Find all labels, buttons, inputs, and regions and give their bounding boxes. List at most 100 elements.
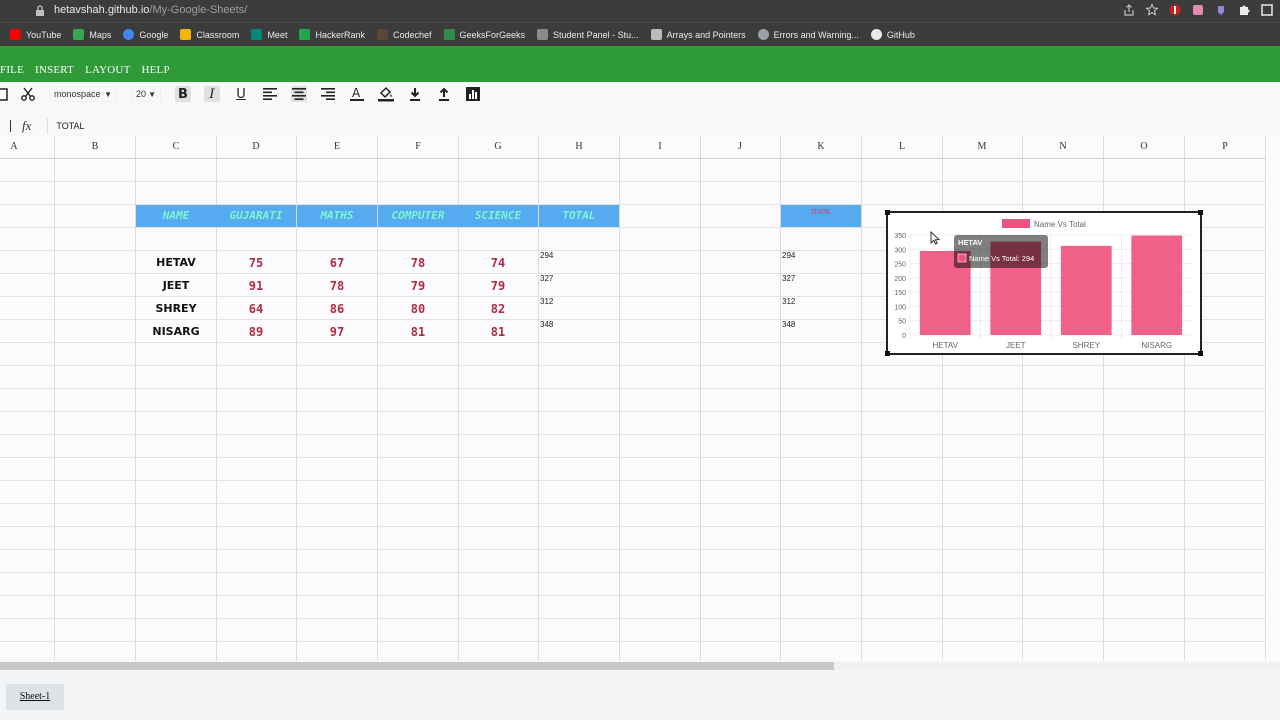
cell[interactable] (216, 159, 297, 182)
cell[interactable] (700, 159, 781, 182)
k-total-cell[interactable]: 294 (781, 251, 862, 274)
cell[interactable] (1104, 182, 1185, 205)
cell[interactable] (378, 596, 459, 619)
cell[interactable] (781, 573, 862, 596)
total-cell[interactable]: 327 (539, 274, 620, 297)
extension-red-icon[interactable] (1168, 3, 1182, 17)
cell[interactable] (0, 596, 55, 619)
cell[interactable] (620, 619, 701, 642)
cell[interactable] (216, 573, 297, 596)
cell[interactable] (216, 550, 297, 573)
name-cell[interactable]: HETAV (136, 251, 217, 274)
cell[interactable] (942, 573, 1023, 596)
cell[interactable] (55, 251, 136, 274)
cell[interactable] (781, 527, 862, 550)
cell[interactable] (297, 389, 378, 412)
cell[interactable] (620, 435, 701, 458)
score-cell[interactable]: 79 (378, 274, 459, 297)
total-cell[interactable]: 312 (539, 297, 620, 320)
cell[interactable] (1185, 550, 1266, 573)
cell[interactable] (942, 159, 1023, 182)
cell[interactable] (0, 458, 55, 481)
cell[interactable] (1023, 182, 1104, 205)
cell[interactable] (1104, 550, 1185, 573)
cell[interactable] (700, 596, 781, 619)
menu-layout[interactable]: LAYOUT (85, 64, 130, 76)
cell[interactable] (539, 504, 620, 527)
cell[interactable] (216, 481, 297, 504)
cell[interactable] (700, 504, 781, 527)
share-icon[interactable] (1122, 3, 1136, 17)
cell[interactable] (458, 458, 539, 481)
cell[interactable] (700, 228, 781, 251)
cell[interactable] (55, 159, 136, 182)
cell[interactable] (1185, 389, 1266, 412)
cell[interactable] (620, 182, 701, 205)
cell[interactable] (378, 228, 459, 251)
bold-icon[interactable]: B (175, 86, 191, 102)
cell[interactable] (539, 596, 620, 619)
cell[interactable] (297, 435, 378, 458)
cell[interactable] (1023, 527, 1104, 550)
download-icon[interactable] (407, 86, 423, 102)
cell[interactable] (0, 550, 55, 573)
cell[interactable] (781, 504, 862, 527)
cell[interactable] (620, 642, 701, 660)
italic-icon[interactable]: I (204, 86, 220, 102)
cell[interactable] (700, 320, 781, 343)
cell[interactable] (700, 251, 781, 274)
cell[interactable] (297, 228, 378, 251)
cell[interactable] (942, 527, 1023, 550)
cell[interactable] (136, 412, 217, 435)
cell[interactable] (942, 435, 1023, 458)
cell[interactable] (620, 596, 701, 619)
cell[interactable] (1104, 412, 1185, 435)
cell[interactable] (216, 412, 297, 435)
fill-color-icon[interactable] (378, 86, 394, 102)
cell[interactable] (862, 481, 943, 504)
cell[interactable] (136, 182, 217, 205)
cell[interactable] (539, 343, 620, 366)
cell[interactable] (1023, 435, 1104, 458)
cell[interactable] (55, 366, 136, 389)
score-cell[interactable]: 82 (458, 297, 539, 320)
sheet-tab-1[interactable]: Sheet-1 (6, 684, 64, 710)
cell[interactable] (55, 343, 136, 366)
cell[interactable] (620, 159, 701, 182)
cell[interactable] (136, 642, 217, 660)
cell[interactable] (1104, 458, 1185, 481)
cell[interactable] (862, 412, 943, 435)
cell[interactable] (0, 573, 55, 596)
cell[interactable] (55, 320, 136, 343)
score-cell[interactable]: 79 (458, 274, 539, 297)
score-cell[interactable]: 74 (458, 251, 539, 274)
cell[interactable] (297, 596, 378, 619)
cell[interactable] (0, 320, 55, 343)
cell[interactable] (781, 182, 862, 205)
cell[interactable] (620, 320, 701, 343)
cell[interactable] (1023, 573, 1104, 596)
extensions-puzzle-icon[interactable] (1237, 3, 1251, 17)
name-cell[interactable]: SHREY (136, 297, 217, 320)
cell[interactable] (0, 228, 55, 251)
cell[interactable] (297, 619, 378, 642)
cell[interactable] (781, 343, 862, 366)
cell[interactable] (458, 389, 539, 412)
cell[interactable] (942, 504, 1023, 527)
score-cell[interactable]: 75 (216, 251, 297, 274)
cell[interactable] (700, 412, 781, 435)
cell[interactable] (378, 642, 459, 660)
cell[interactable] (297, 527, 378, 550)
cell[interactable] (458, 481, 539, 504)
cell[interactable] (378, 366, 459, 389)
cell[interactable] (539, 435, 620, 458)
cell[interactable] (458, 412, 539, 435)
cell[interactable] (1104, 596, 1185, 619)
cell[interactable] (942, 458, 1023, 481)
cell[interactable] (620, 458, 701, 481)
bookmark-item[interactable]: Arrays and Pointers (650, 29, 746, 40)
cell[interactable] (700, 619, 781, 642)
cell[interactable] (1185, 412, 1266, 435)
cell[interactable] (136, 366, 217, 389)
bookmark-item[interactable]: Meet (251, 29, 287, 40)
